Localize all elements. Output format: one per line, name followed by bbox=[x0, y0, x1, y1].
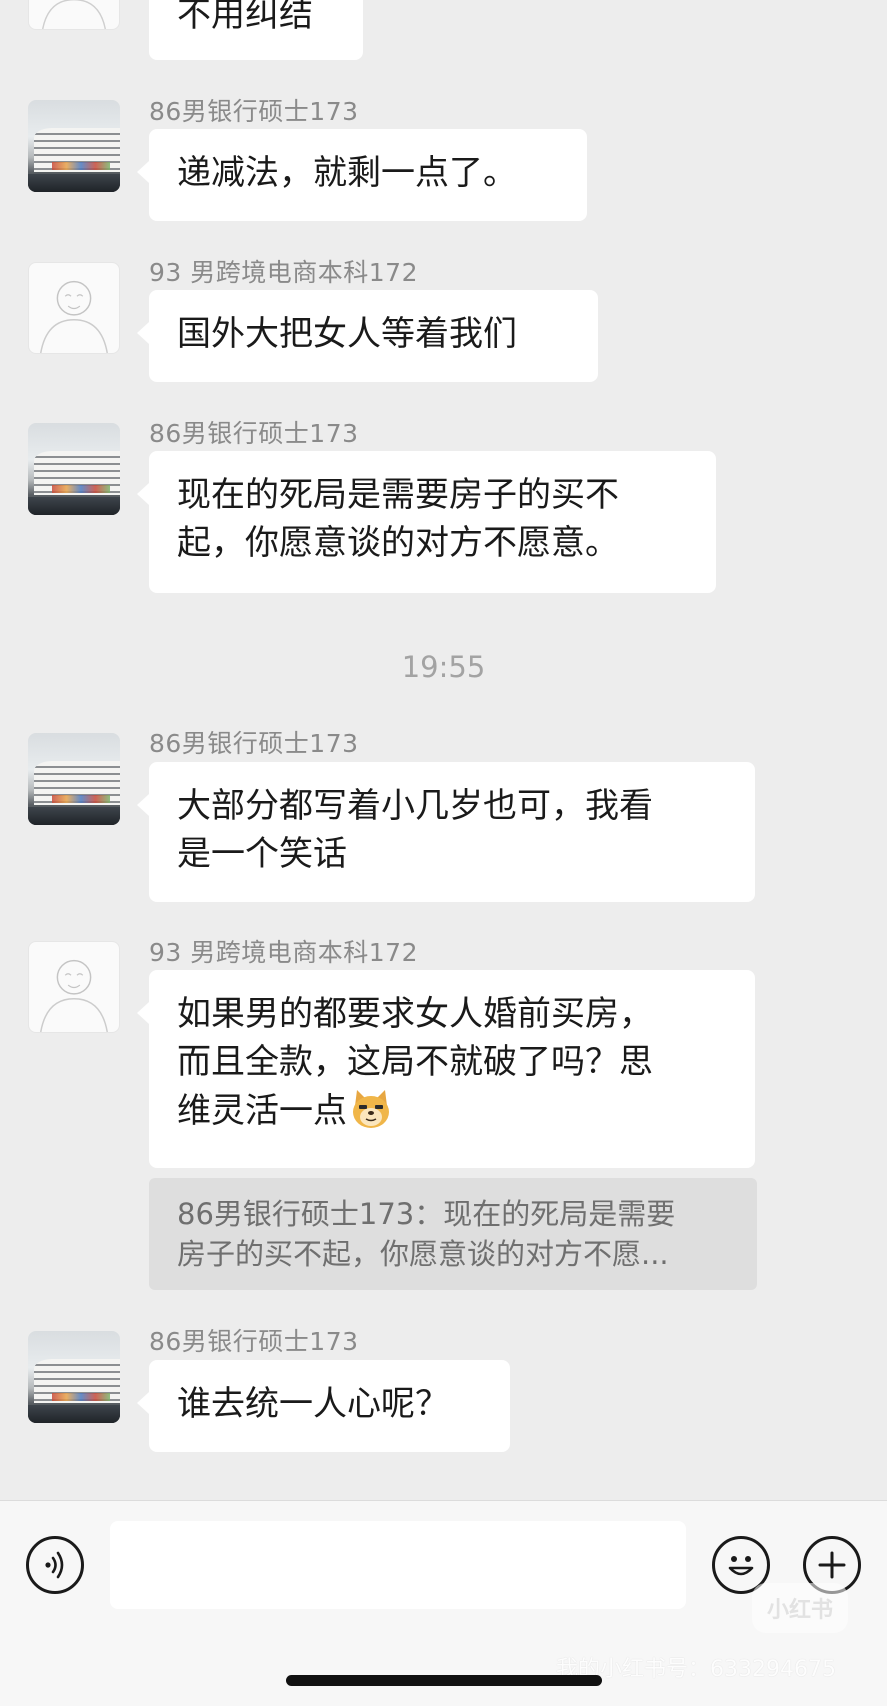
message-bubble[interactable]: 不用纠结 bbox=[149, 0, 363, 60]
sender-name: 86男银行硕士173 bbox=[149, 419, 359, 448]
sender-name: 86男银行硕士173 bbox=[149, 1327, 359, 1356]
message-text: 谁去统一人心呢？ bbox=[177, 1384, 449, 1424]
message-text: 维灵活一点 bbox=[177, 1091, 347, 1131]
message-input-bar: 小红书 我的小红书号：633294675 bbox=[0, 1500, 887, 1706]
chat-message-list: 不用纠结 86男银行硕士173 递减法，就剩一点了。 93 男跨境电商本科172… bbox=[0, 0, 887, 1500]
avatar[interactable] bbox=[28, 262, 120, 354]
chat-timestamp: 19:55 bbox=[401, 650, 486, 684]
message-text: 不用纠结 bbox=[177, 0, 313, 35]
avatar[interactable] bbox=[28, 733, 120, 825]
avatar[interactable] bbox=[28, 1331, 120, 1423]
sender-name: 86男银行硕士173 bbox=[149, 729, 359, 758]
message-bubble[interactable]: 国外大把女人等着我们 bbox=[137, 290, 598, 382]
message-bubble[interactable]: 谁去统一人心呢？ bbox=[137, 1360, 510, 1452]
message-bubble[interactable]: 递减法，就剩一点了。 bbox=[137, 129, 587, 221]
message-input[interactable] bbox=[110, 1521, 686, 1609]
message-bubble[interactable]: 如果男的都要求女人婚前买房， 而且全款，这局不就破了吗？思 维灵活一点 bbox=[137, 970, 755, 1168]
home-indicator[interactable] bbox=[286, 1675, 602, 1686]
message-text: 是一个笑话 bbox=[177, 834, 347, 874]
voice-input-button[interactable] bbox=[26, 1536, 84, 1594]
avatar[interactable] bbox=[28, 941, 120, 1033]
quote-text: 房子的买不起，你愿意谈的对方不愿... bbox=[177, 1237, 669, 1271]
sender-name: 86男银行硕士173 bbox=[149, 97, 359, 126]
message-text: 递减法，就剩一点了。 bbox=[177, 153, 517, 193]
smiley-face-icon bbox=[728, 1556, 754, 1576]
avatar[interactable] bbox=[28, 423, 120, 515]
message-text: 大部分都写着小几岁也可，我看 bbox=[177, 786, 653, 826]
quote-text: 86男银行硕士173：现在的死局是需要 bbox=[177, 1197, 676, 1231]
voice-input-icon bbox=[45, 1551, 64, 1579]
quoted-reply[interactable]: 86男银行硕士173：现在的死局是需要 房子的买不起，你愿意谈的对方不愿... bbox=[149, 1178, 757, 1290]
message-text: 起，你愿意谈的对方不愿意。 bbox=[177, 523, 619, 563]
plus-icon bbox=[818, 1551, 846, 1579]
sender-name: 93 男跨境电商本科172 bbox=[149, 258, 418, 287]
message-text: 如果男的都要求女人婚前买房， bbox=[177, 994, 653, 1034]
message-bubble[interactable]: 现在的死局是需要房子的买不 起，你愿意谈的对方不愿意。 bbox=[137, 451, 716, 593]
message-text: 现在的死局是需要房子的买不 bbox=[177, 475, 619, 515]
message-text: 而且全款，这局不就破了吗？思 bbox=[177, 1042, 653, 1082]
doge-emoji-icon bbox=[349, 1086, 393, 1130]
watermark-logo: 小红书 bbox=[752, 1583, 848, 1633]
message-bubble[interactable]: 大部分都写着小几岁也可，我看 是一个笑话 bbox=[137, 762, 755, 902]
avatar[interactable] bbox=[28, 0, 120, 30]
avatar[interactable] bbox=[28, 100, 120, 192]
sender-name: 93 男跨境电商本科172 bbox=[149, 938, 418, 967]
message-text: 国外大把女人等着我们 bbox=[177, 314, 517, 354]
